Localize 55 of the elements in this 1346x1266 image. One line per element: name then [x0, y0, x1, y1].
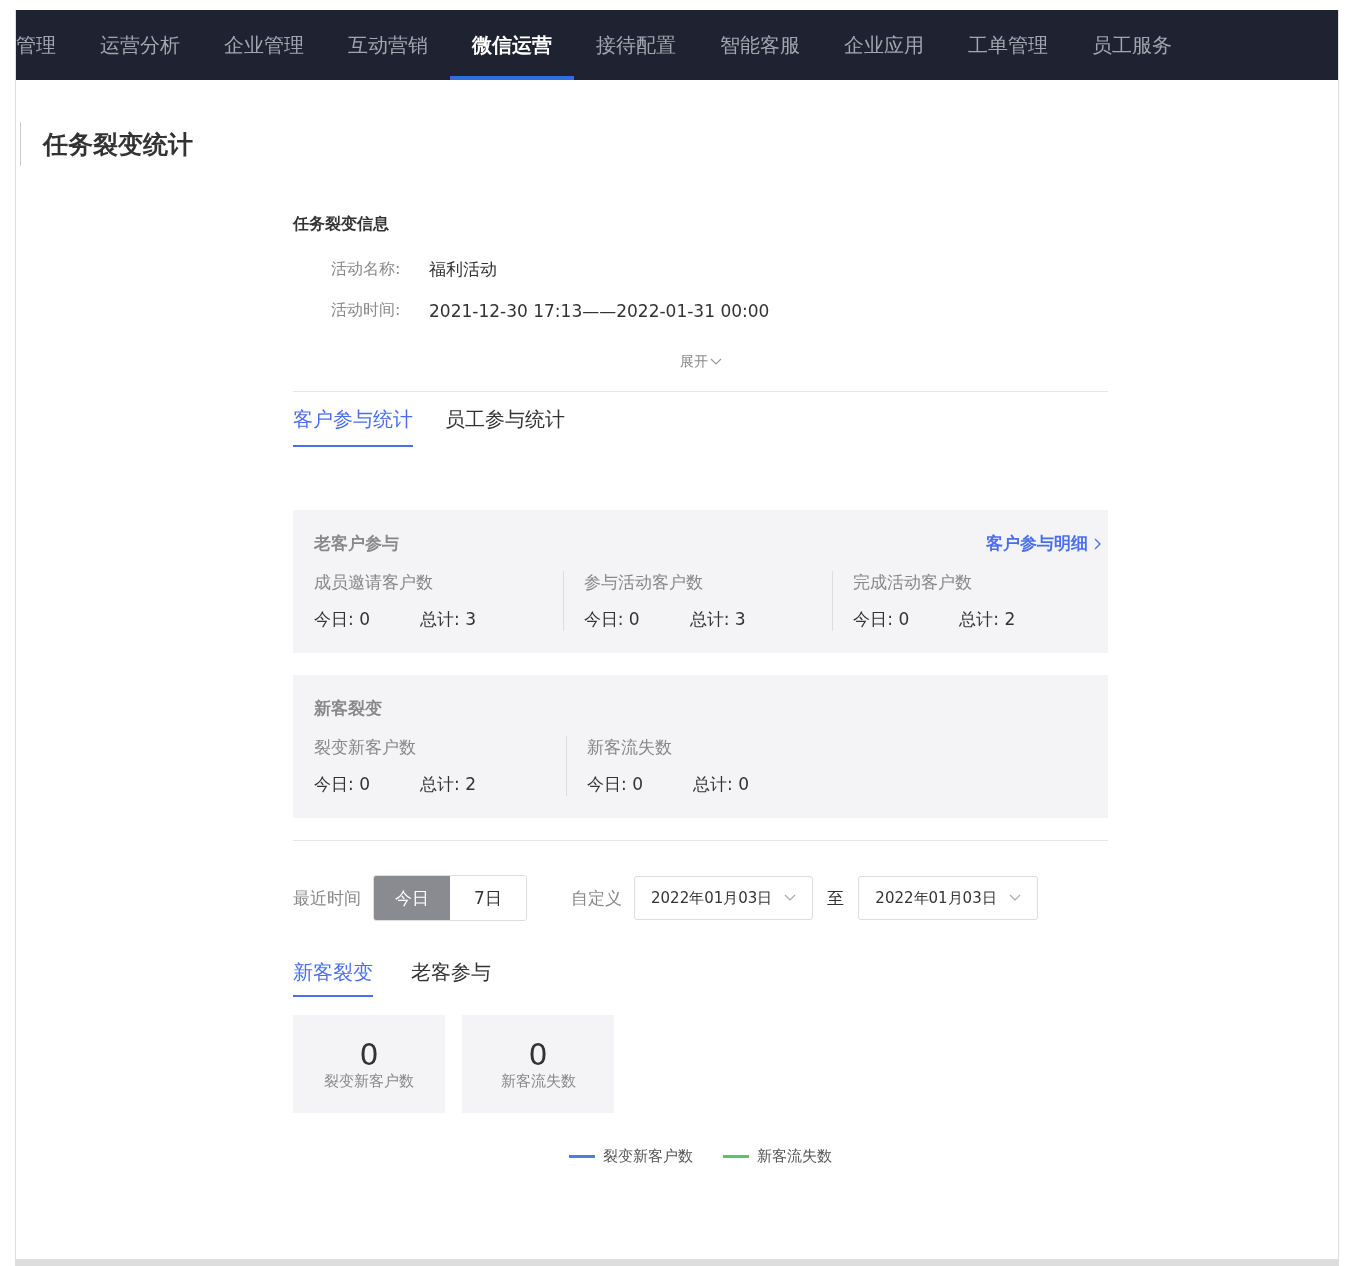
stat-label: 新客流失数	[500, 1072, 576, 1091]
chevron-down-icon	[784, 894, 797, 902]
today-count: 今日: 0	[587, 773, 644, 796]
panel-title: 新客裂变	[314, 697, 382, 720]
nav-tab[interactable]: 工单管理	[946, 10, 1070, 80]
nav-tab[interactable]: 智能客服	[698, 10, 822, 80]
nav-tab[interactable]: 管理	[16, 10, 78, 80]
date-picker[interactable]: 2022年01月03日	[858, 876, 1038, 920]
metric-name: 新客流失数	[587, 736, 673, 759]
nav-tab[interactable]: 运营分析	[78, 10, 202, 80]
total-count: 总计: 3	[689, 608, 747, 631]
chevron-down-icon	[709, 358, 722, 366]
today-count: 今日: 0	[853, 608, 911, 631]
field-value: 福利活动	[429, 258, 497, 281]
stat-label: 裂变新客户数	[324, 1072, 414, 1091]
range-separator: 至	[827, 886, 845, 910]
tab[interactable]: 老客参与	[411, 947, 491, 997]
chevron-down-icon	[1008, 894, 1021, 902]
range-button[interactable]: 今日	[374, 876, 450, 920]
section-title: 任务裂变信息	[293, 214, 390, 235]
metric-name: 裂变新客户数	[314, 736, 417, 759]
detail-link[interactable]: 客户参与明细	[986, 532, 1102, 555]
chevron-right-icon	[1094, 537, 1102, 550]
tab[interactable]: 员工参与统计	[445, 392, 565, 447]
today-count: 今日: 0	[583, 608, 641, 631]
panel-title: 老客户参与	[314, 532, 399, 555]
total-count: 总计: 2	[959, 608, 1017, 631]
total-count: 总计: 0	[693, 773, 750, 796]
nav-tab[interactable]: 企业应用	[822, 10, 946, 80]
today-count: 今日: 0	[314, 773, 371, 796]
page-title: 任务裂变统计	[43, 128, 193, 161]
metric-name: 成员邀请客户数	[314, 571, 434, 594]
filter-label: 自定义	[571, 886, 622, 910]
field-value: 2021-12-30 17:13——2022-01-31 00:00	[429, 300, 770, 321]
total-count: 总计: 2	[420, 773, 477, 796]
expand-button[interactable]: 展开	[679, 353, 722, 371]
nav-tab[interactable]: 接待配置	[574, 10, 698, 80]
nav-tab[interactable]: 微信运营	[450, 10, 574, 80]
field-label: 活动名称:	[331, 259, 402, 280]
nav-tab[interactable]: 员工服务	[1070, 10, 1194, 80]
legend-label: 新客流失数	[757, 1147, 832, 1166]
metric-name: 完成活动客户数	[853, 571, 974, 594]
today-count: 今日: 0	[314, 608, 371, 631]
filter-label: 最近时间	[293, 886, 361, 910]
legend-label: 裂变新客户数	[603, 1147, 693, 1166]
nav-tab[interactable]: 企业管理	[202, 10, 326, 80]
tab[interactable]: 新客裂变	[293, 947, 373, 997]
stat-value: 0	[528, 1037, 548, 1072]
total-count: 总计: 3	[420, 608, 477, 631]
date-picker[interactable]: 2022年01月03日	[634, 876, 814, 920]
metric-name: 参与活动客户数	[583, 571, 704, 594]
stat-value: 0	[359, 1037, 379, 1072]
field-label: 活动时间:	[331, 300, 402, 321]
tab[interactable]: 客户参与统计	[293, 392, 413, 447]
nav-tab[interactable]: 互动营销	[326, 10, 450, 80]
